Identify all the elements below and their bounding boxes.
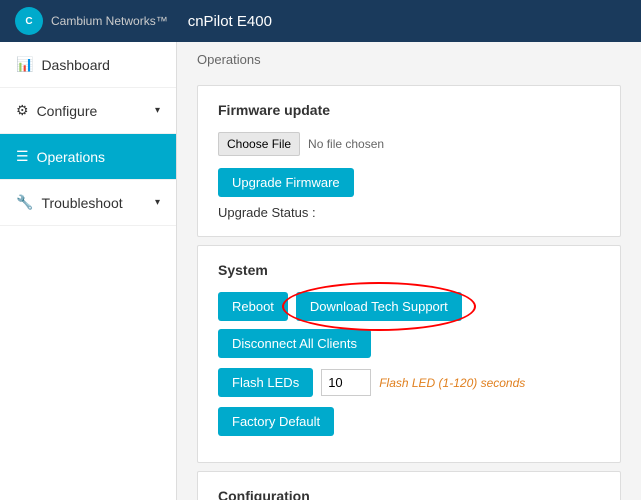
dashboard-icon: 📊: [16, 56, 33, 73]
factory-default-row: Factory Default: [218, 407, 600, 436]
file-chosen-label: No file chosen: [308, 137, 384, 151]
upgrade-firmware-button[interactable]: Upgrade Firmware: [218, 168, 354, 197]
app-layout: 📊 Dashboard ⚙ Configure ▾ ☰ Operations 🔧…: [0, 42, 641, 500]
configuration-card: Configuration: [197, 471, 621, 500]
system-btn-row: Reboot Download Tech Support Disconnect …: [218, 292, 600, 358]
system-title: System: [218, 262, 600, 278]
firmware-card: Firmware update Choose File No file chos…: [197, 85, 621, 237]
file-input-row: Choose File No file chosen: [218, 132, 600, 156]
download-ts-wrapper: Download Tech Support: [296, 292, 462, 321]
device-name: cnPilot E400: [188, 13, 272, 30]
brand-name: Cambium Networks™: [51, 14, 168, 28]
main-content: Operations Firmware update Choose File N…: [177, 42, 641, 500]
configure-icon: ⚙: [16, 102, 29, 119]
upgrade-status: Upgrade Status :: [218, 205, 600, 220]
logo: C Cambium Networks™: [15, 7, 168, 35]
download-tech-support-button[interactable]: Download Tech Support: [296, 292, 462, 321]
sidebar-item-label: Configure: [37, 103, 98, 119]
choose-file-button[interactable]: Choose File: [218, 132, 300, 156]
sidebar-item-dashboard[interactable]: 📊 Dashboard: [0, 42, 176, 88]
system-card: System Reboot Download Tech Support Disc…: [197, 245, 621, 463]
flash-led-hint: Flash LED (1-120) seconds: [379, 376, 525, 390]
chevron-down-icon: ▾: [155, 197, 160, 208]
firmware-title: Firmware update: [218, 102, 600, 118]
sidebar-item-label: Troubleshoot: [41, 195, 122, 211]
sidebar-item-troubleshoot[interactable]: 🔧 Troubleshoot ▾: [0, 180, 176, 226]
chevron-down-icon: ▾: [155, 105, 160, 116]
flash-leds-button[interactable]: Flash LEDs: [218, 368, 313, 397]
operations-icon: ☰: [16, 148, 29, 165]
factory-default-button[interactable]: Factory Default: [218, 407, 334, 436]
sidebar: 📊 Dashboard ⚙ Configure ▾ ☰ Operations 🔧…: [0, 42, 177, 500]
configuration-title: Configuration: [218, 488, 600, 500]
sidebar-item-operations[interactable]: ☰ Operations: [0, 134, 176, 180]
logo-icon: C: [15, 7, 43, 35]
troubleshoot-icon: 🔧: [16, 194, 33, 211]
flash-led-input[interactable]: [321, 369, 371, 396]
sidebar-item-label: Dashboard: [41, 57, 110, 73]
sidebar-item-configure[interactable]: ⚙ Configure ▾: [0, 88, 176, 134]
breadcrumb: Operations: [177, 42, 641, 77]
sidebar-item-label: Operations: [37, 149, 105, 165]
disconnect-all-clients-button[interactable]: Disconnect All Clients: [218, 329, 371, 358]
top-bar: C Cambium Networks™ cnPilot E400: [0, 0, 641, 42]
flash-led-row: Flash LEDs Flash LED (1-120) seconds: [218, 368, 600, 397]
reboot-button[interactable]: Reboot: [218, 292, 288, 321]
